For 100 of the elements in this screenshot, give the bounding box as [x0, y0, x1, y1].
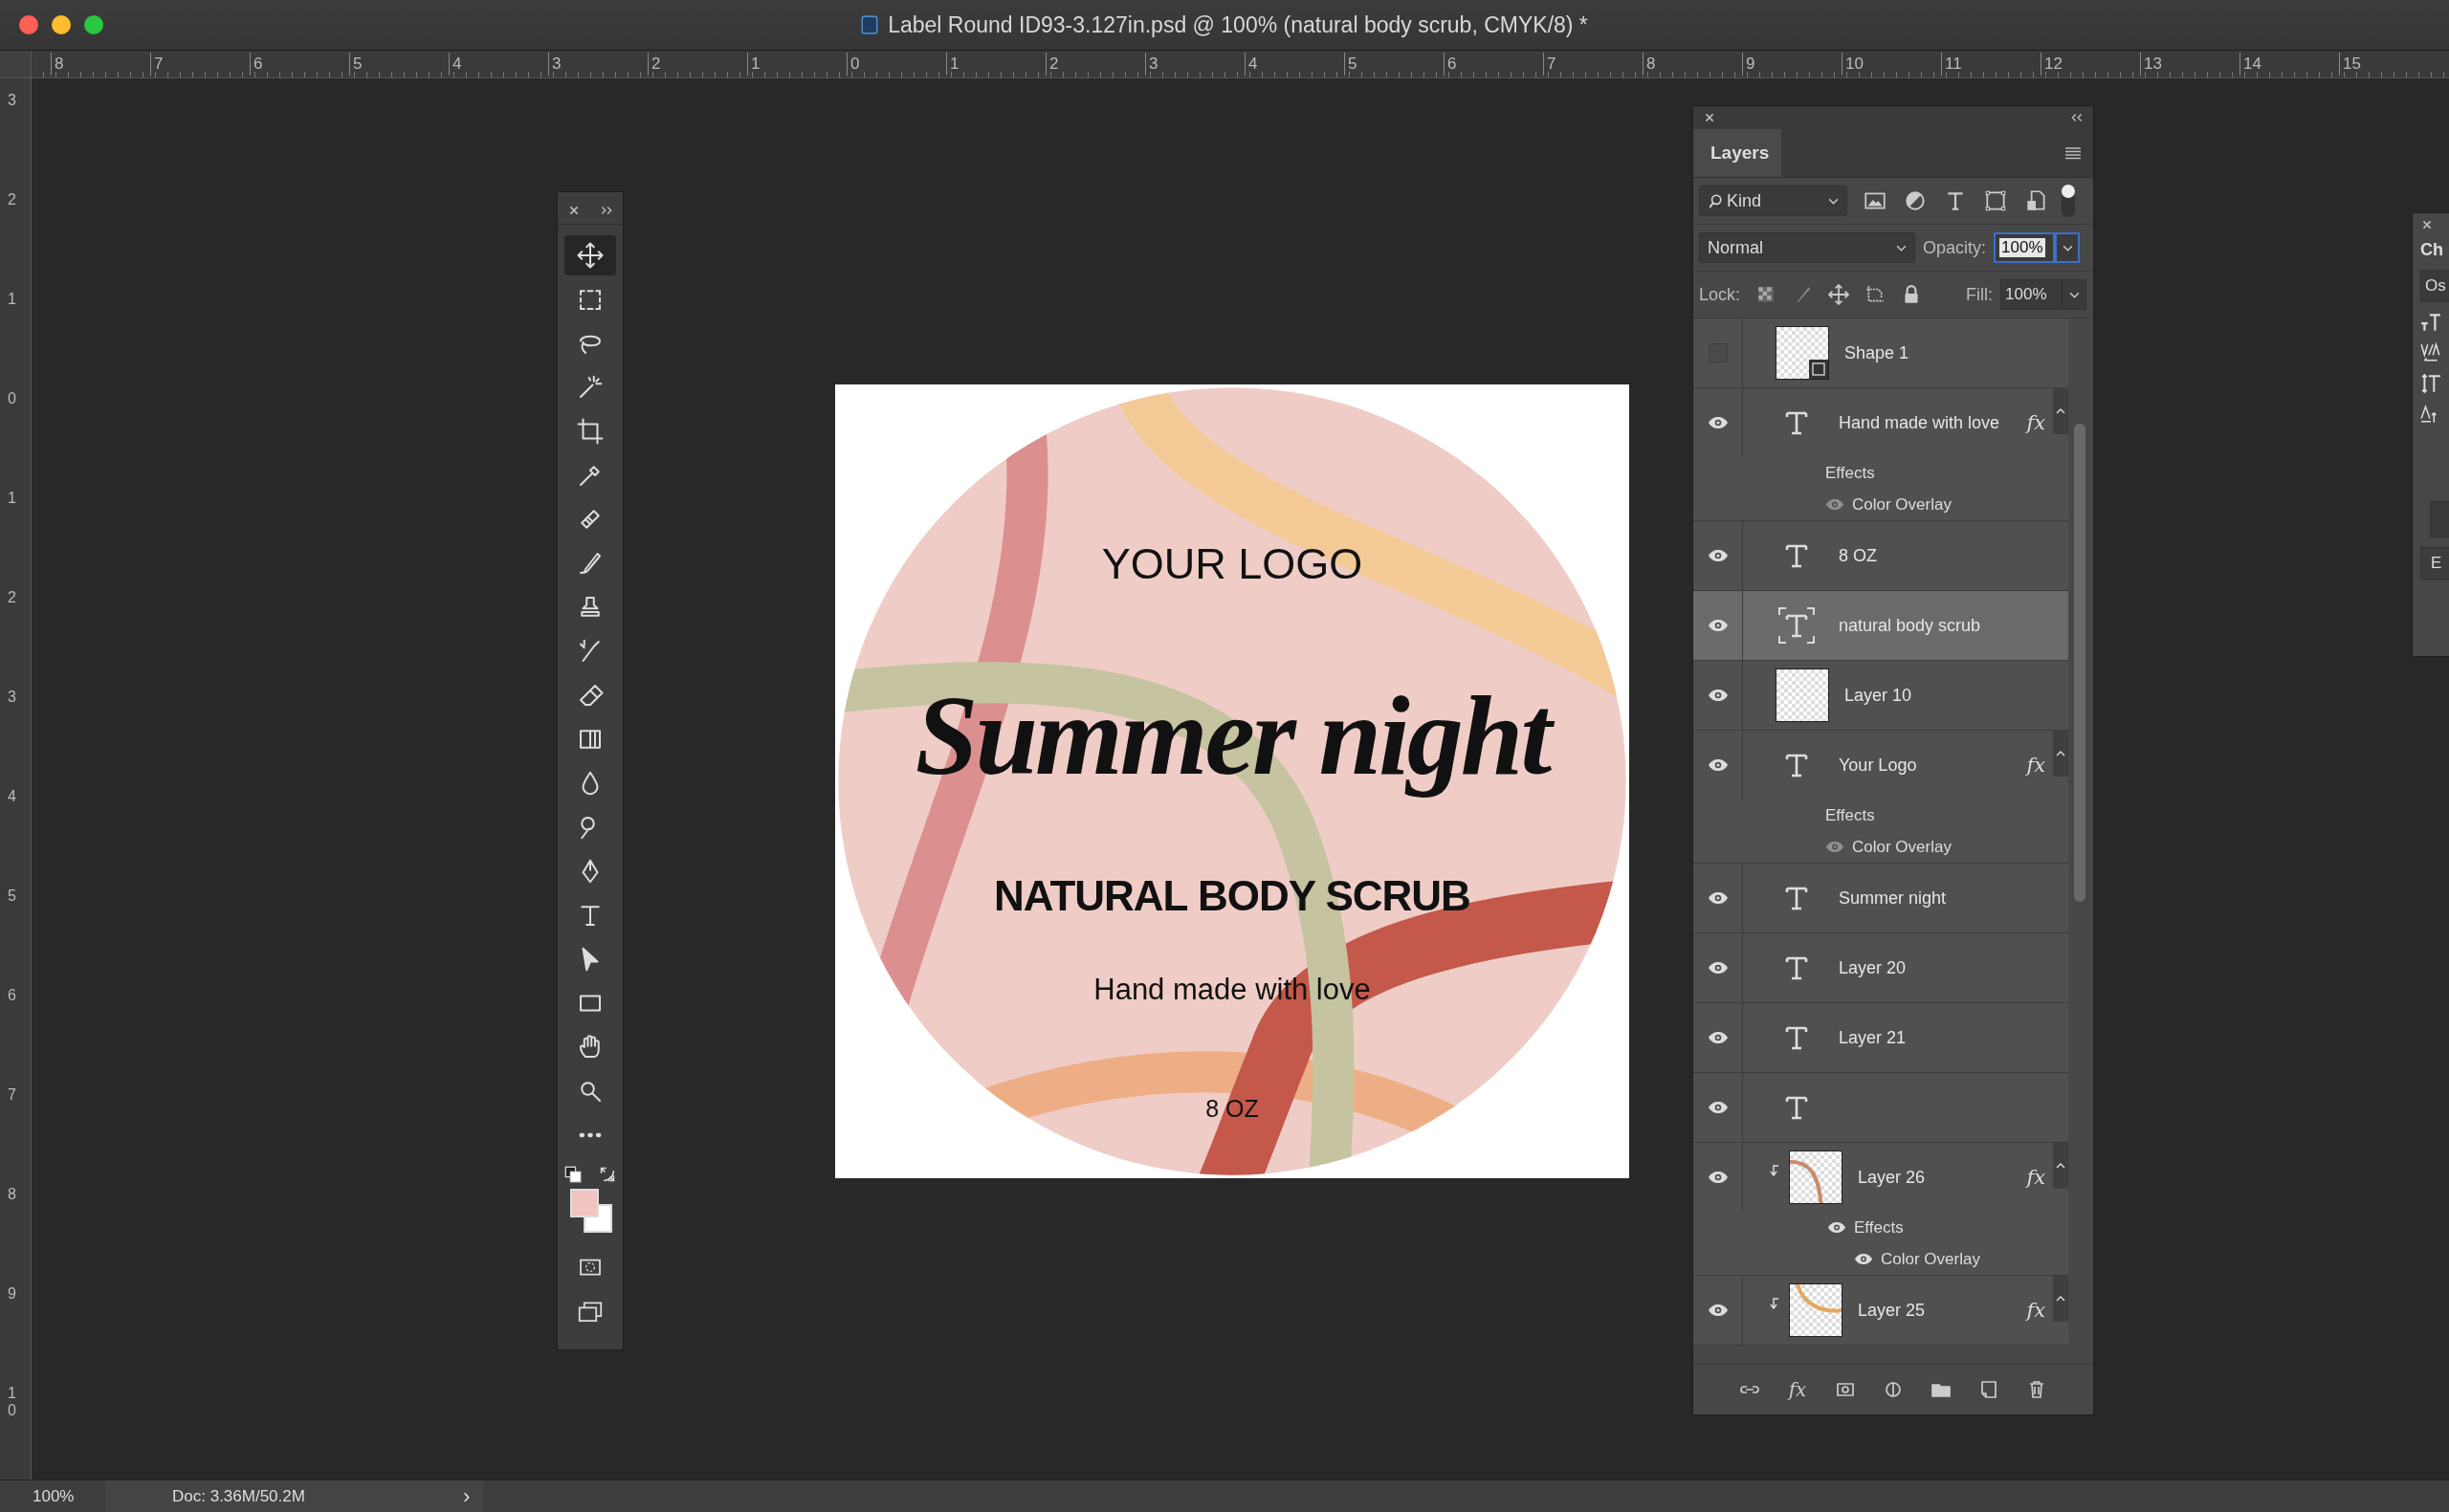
close-window-button[interactable]	[19, 15, 38, 34]
layer-row[interactable]: 8 OZ	[1693, 521, 2068, 591]
adjustment-filter-icon[interactable]	[1903, 188, 1928, 213]
effects-label[interactable]: Effects	[1825, 463, 1875, 483]
scrollbar[interactable]	[2074, 424, 2085, 902]
ruler-label: 6	[8, 987, 17, 1004]
close-icon[interactable]	[567, 204, 581, 216]
ruler-label: 2	[8, 589, 17, 606]
ruler-label: 15	[2339, 53, 2361, 76]
layer-row[interactable]: Layer 10	[1693, 661, 2068, 731]
ruler-label: 11	[1941, 53, 1962, 76]
fx-label: fx	[2026, 754, 2045, 777]
effect-name[interactable]: Color Overlay	[1881, 1249, 1980, 1269]
ruler-label: 2	[648, 53, 661, 76]
eye-icon	[1707, 549, 1729, 562]
fx-layer-button[interactable]: fx	[1783, 1375, 1812, 1404]
ruler-label: 4	[8, 788, 17, 805]
layer-thumbnail	[1776, 668, 1829, 722]
layer-thumbnail	[1789, 1150, 1842, 1204]
move-tool-button[interactable]	[564, 235, 616, 275]
layers-tab[interactable]: Layers	[1693, 129, 1781, 177]
eye-icon	[1707, 961, 1729, 975]
effects-label[interactable]: Effects	[1825, 805, 1875, 825]
layer-row[interactable]: Your Logo fx Effects Color Overlay	[1693, 731, 2068, 864]
eye-icon	[1707, 1031, 1729, 1044]
layer-name: Layer 20	[1839, 957, 1907, 978]
ruler-label: 10	[8, 1385, 17, 1419]
eye-icon	[1707, 758, 1729, 772]
status-menu-button[interactable]: ›	[450, 1480, 484, 1512]
layer-row[interactable]: natural body scrub	[1693, 591, 2068, 661]
eye-icon	[1707, 689, 1729, 702]
zoom-window-button[interactable]	[84, 15, 103, 34]
layer-row[interactable]: Shape 1	[1693, 318, 2068, 388]
move-icon	[576, 241, 605, 270]
eye-icon	[1707, 416, 1729, 429]
ruler-label: 6	[250, 53, 263, 76]
expand-effects-button[interactable]	[2053, 1143, 2068, 1189]
ruler-label: 2	[8, 191, 17, 208]
effect-name[interactable]: Color Overlay	[1852, 837, 1952, 857]
close-icon[interactable]	[2420, 219, 2434, 230]
panel-button[interactable]: E	[2420, 547, 2449, 580]
ruler-label: 1	[747, 53, 761, 76]
eye-icon[interactable]	[1825, 498, 1844, 511]
filter-toggle[interactable]	[2062, 185, 2075, 217]
caret-up-icon	[2056, 751, 2065, 756]
minimize-window-button[interactable]	[52, 15, 71, 34]
shape-filter-icon[interactable]	[1983, 188, 2008, 213]
eye-icon	[1707, 1304, 1729, 1317]
close-icon[interactable]	[1703, 112, 1716, 123]
product-name: NATURAL BODY SCRUB	[993, 872, 1471, 920]
eye-icon[interactable]	[1827, 1221, 1846, 1234]
layer-row[interactable]: Hand made with love fx Effects Color Overlay	[1693, 388, 2068, 521]
ruler-label: 7	[1543, 53, 1556, 76]
ruler-label: 8	[51, 53, 64, 76]
menu-icon[interactable]	[2064, 146, 2082, 160]
size-text: 8 OZ	[1204, 1095, 1260, 1123]
swap-colors-icon[interactable]	[599, 1166, 616, 1183]
chevron-down-icon	[2062, 244, 2073, 252]
ruler-label: 0	[8, 390, 17, 407]
ruler-label: 9	[1742, 53, 1755, 76]
text-layer-icon	[1777, 606, 1816, 645]
eye-icon[interactable]	[1825, 841, 1844, 853]
opacity-field[interactable]: 100%	[1994, 232, 2056, 263]
expand-effects-button[interactable]	[2053, 731, 2068, 777]
lock-label: Lock:	[1699, 284, 1741, 305]
effects-label[interactable]: Effects	[1854, 1217, 1904, 1238]
eye-icon[interactable]	[1854, 1253, 1873, 1265]
layer-row[interactable]: Layer 26 fx Effects Color Overlay	[1693, 1143, 2068, 1276]
collapse-icon[interactable]	[2070, 112, 2084, 123]
fill-dropdown-button[interactable]	[2062, 279, 2087, 310]
layer-row[interactable]: Summer night	[1693, 864, 2068, 933]
blend-mode-dropdown[interactable]: Normal	[1699, 232, 1915, 263]
zoom-level[interactable]: 100%	[0, 1486, 105, 1506]
fill-field[interactable]: 100%	[2000, 279, 2063, 310]
expand-effects-button[interactable]	[2053, 1276, 2068, 1322]
ruler-label: 5	[349, 53, 363, 76]
chevron-down-icon	[1828, 197, 1839, 205]
character-tab[interactable]: Ch	[2420, 240, 2443, 260]
opacity-dropdown-button[interactable]	[2055, 232, 2081, 263]
ruler-label: 7	[8, 1086, 17, 1104]
caret-up-icon	[2056, 1296, 2065, 1302]
layer-name: Shape 1	[1844, 342, 1909, 363]
ruler-label: 5	[1344, 53, 1357, 76]
ruler-label: 10	[1842, 53, 1864, 76]
effect-name[interactable]: Color Overlay	[1852, 494, 1952, 515]
font-family-field[interactable]: Os	[2420, 270, 2449, 302]
chevron-down-icon	[1896, 244, 1907, 252]
ruler-label: 0	[847, 53, 860, 76]
ruler-label: 2	[1046, 53, 1059, 76]
eye-icon	[1707, 619, 1729, 632]
eye-icon	[1707, 1101, 1729, 1114]
filter-dropdown[interactable]: Kind	[1699, 186, 1847, 216]
expand-effects-button[interactable]	[2053, 388, 2068, 434]
ruler-label: 13	[2140, 53, 2162, 76]
layer-row[interactable]: Layer 25 fx	[1693, 1276, 2068, 1346]
lock-position-icon[interactable]	[1828, 284, 1850, 305]
default-colors-icon[interactable]	[564, 1166, 582, 1183]
layer-row[interactable]: Layer 20	[1693, 933, 2068, 1003]
layer-row[interactable]: Layer 21	[1693, 1003, 2068, 1073]
expand-icon[interactable]	[600, 204, 613, 216]
